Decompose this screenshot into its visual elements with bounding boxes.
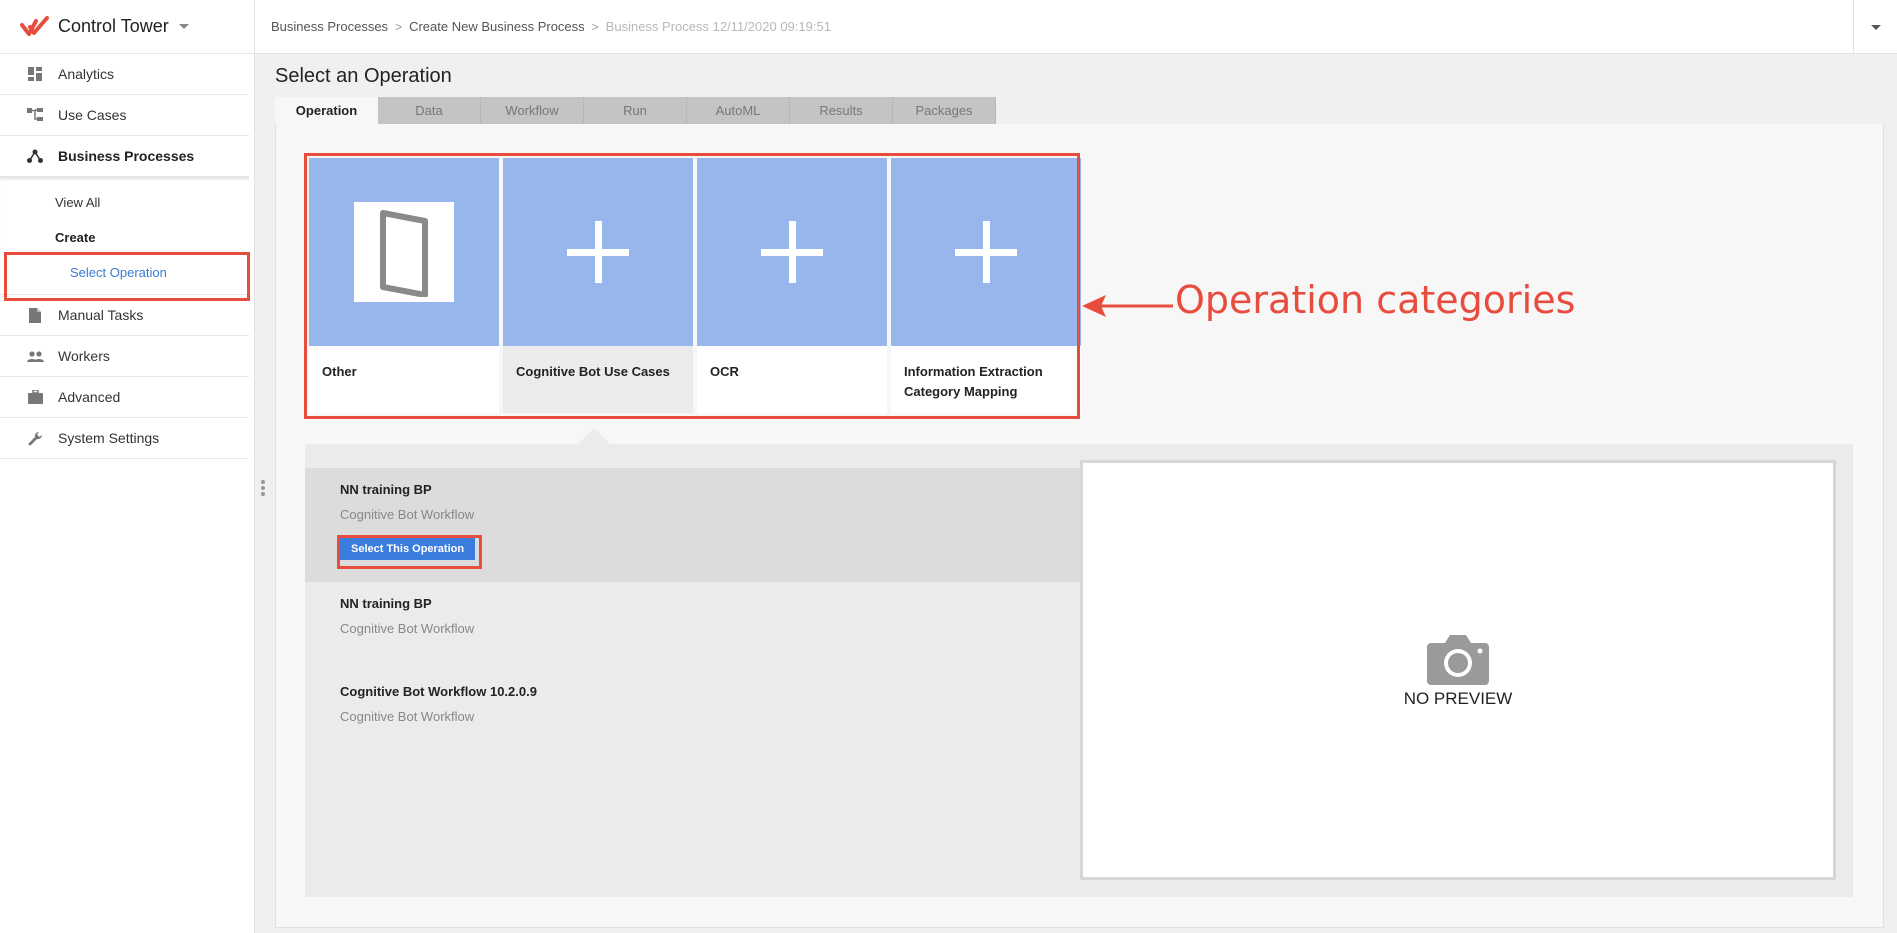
breadcrumb-business-processes[interactable]: Business Processes — [271, 19, 388, 34]
sidebar-item-label: Analytics — [58, 66, 115, 82]
tab-bar: Operation Data Workflow Run AutoML Resul… — [275, 97, 996, 124]
card-image — [697, 158, 887, 346]
chevron-right-icon: > — [591, 19, 599, 34]
sidebar-item-manual-tasks[interactable]: Manual Tasks — [0, 295, 249, 336]
annotation-arrow-icon — [1082, 295, 1173, 317]
sidebar-resize-handle[interactable] — [260, 478, 266, 500]
sidebar: Control Tower Analytics Use Cases Busine… — [0, 0, 255, 933]
sidebar-item-label: Use Cases — [58, 107, 127, 123]
category-label: Other — [322, 364, 357, 379]
sidebar-item-label: Workers — [58, 348, 110, 364]
sidebar-item-system-settings[interactable]: System Settings — [0, 418, 249, 459]
tab-packages[interactable]: Packages — [893, 97, 996, 124]
sidebar-item-label: Advanced — [58, 389, 121, 405]
operation-row[interactable]: Cognitive Bot Workflow 10.2.0.9 Cognitiv… — [305, 684, 1080, 744]
share-nodes-icon — [26, 147, 44, 165]
operation-name: NN training BP — [340, 482, 432, 497]
plus-icon — [567, 221, 629, 283]
sidebar-item-business-processes[interactable]: Business Processes — [0, 136, 249, 177]
dashboard-icon — [26, 65, 44, 83]
category-label: Cognitive Bot Use Cases — [516, 364, 670, 379]
category-card-other[interactable]: Other — [309, 158, 499, 413]
category-pointer — [578, 428, 610, 444]
people-icon — [26, 347, 44, 365]
topbar: Business Processes > Create New Business… — [255, 0, 1897, 54]
card-image — [309, 158, 499, 346]
breadcrumb-current: Business Process 12/11/2020 09:19:51 — [605, 19, 831, 34]
operation-preview: NO PREVIEW — [1080, 460, 1836, 880]
brand-logo-icon — [20, 15, 49, 36]
no-preview-label: NO PREVIEW — [1403, 689, 1513, 708]
door-icon — [354, 202, 454, 302]
tab-data[interactable]: Data — [378, 97, 481, 124]
wrench-icon — [26, 429, 44, 447]
submenu-select-operation[interactable]: Select Operation — [0, 255, 249, 290]
sidebar-item-workers[interactable]: Workers — [0, 336, 249, 377]
camera-icon — [1427, 635, 1489, 685]
operation-type: Cognitive Bot Workflow — [340, 621, 475, 636]
category-label: Information Extraction Category Mapping — [904, 364, 1043, 399]
submenu-create[interactable]: Create — [0, 220, 249, 255]
operation-categories: Other Cognitive Bot Use Cases OCR Inform… — [309, 158, 1081, 413]
chevron-down-icon — [1870, 24, 1881, 30]
chevron-right-icon: > — [395, 19, 403, 34]
category-label: OCR — [710, 364, 739, 379]
category-card-cognitive-bot-use-cases[interactable]: Cognitive Bot Use Cases — [503, 158, 693, 413]
plus-icon — [955, 221, 1017, 283]
tab-results[interactable]: Results — [790, 97, 893, 124]
tab-automl[interactable]: AutoML — [687, 97, 790, 124]
sidebar-item-use-cases[interactable]: Use Cases — [0, 95, 249, 136]
operation-row[interactable]: NN training BP Cognitive Bot Workflow — [305, 596, 1080, 656]
topbar-menu-button[interactable] — [1853, 0, 1897, 54]
operation-type: Cognitive Bot Workflow — [340, 507, 475, 522]
sidebar-item-label: Manual Tasks — [58, 307, 144, 323]
plus-icon — [761, 221, 823, 283]
document-icon — [26, 306, 44, 324]
card-image — [503, 158, 693, 346]
chevron-down-icon[interactable] — [178, 24, 189, 29]
category-card-ocr[interactable]: OCR — [697, 158, 887, 413]
app-name: Control Tower — [58, 16, 169, 36]
operation-name: NN training BP — [340, 596, 432, 611]
hierarchy-icon — [26, 106, 44, 124]
annotation-label: Operation categories — [1175, 278, 1576, 322]
tab-operation[interactable]: Operation — [275, 97, 378, 124]
tab-workflow[interactable]: Workflow — [481, 97, 584, 124]
card-image — [891, 158, 1081, 346]
operation-row[interactable]: NN training BP Cognitive Bot Workflow Se… — [305, 468, 1080, 582]
operation-type: Cognitive Bot Workflow — [340, 709, 475, 724]
tab-run[interactable]: Run — [584, 97, 687, 124]
sidebar-item-analytics[interactable]: Analytics — [0, 54, 249, 95]
sidebar-item-advanced[interactable]: Advanced — [0, 377, 249, 418]
select-this-operation-button[interactable]: Select This Operation — [340, 538, 476, 560]
category-card-information-extraction[interactable]: Information Extraction Category Mapping — [891, 158, 1081, 413]
business-processes-submenu: View All Create Select Operation — [0, 177, 249, 295]
brand-switcher[interactable]: Control Tower — [0, 0, 254, 54]
breadcrumb-create-new[interactable]: Create New Business Process — [409, 19, 585, 34]
briefcase-icon — [26, 388, 44, 406]
page-title: Select an Operation — [275, 65, 452, 87]
submenu-view-all[interactable]: View All — [0, 185, 249, 220]
sidebar-item-label: Business Processes — [58, 148, 195, 164]
sidebar-item-label: System Settings — [58, 430, 160, 446]
operation-name: Cognitive Bot Workflow 10.2.0.9 — [340, 684, 537, 699]
